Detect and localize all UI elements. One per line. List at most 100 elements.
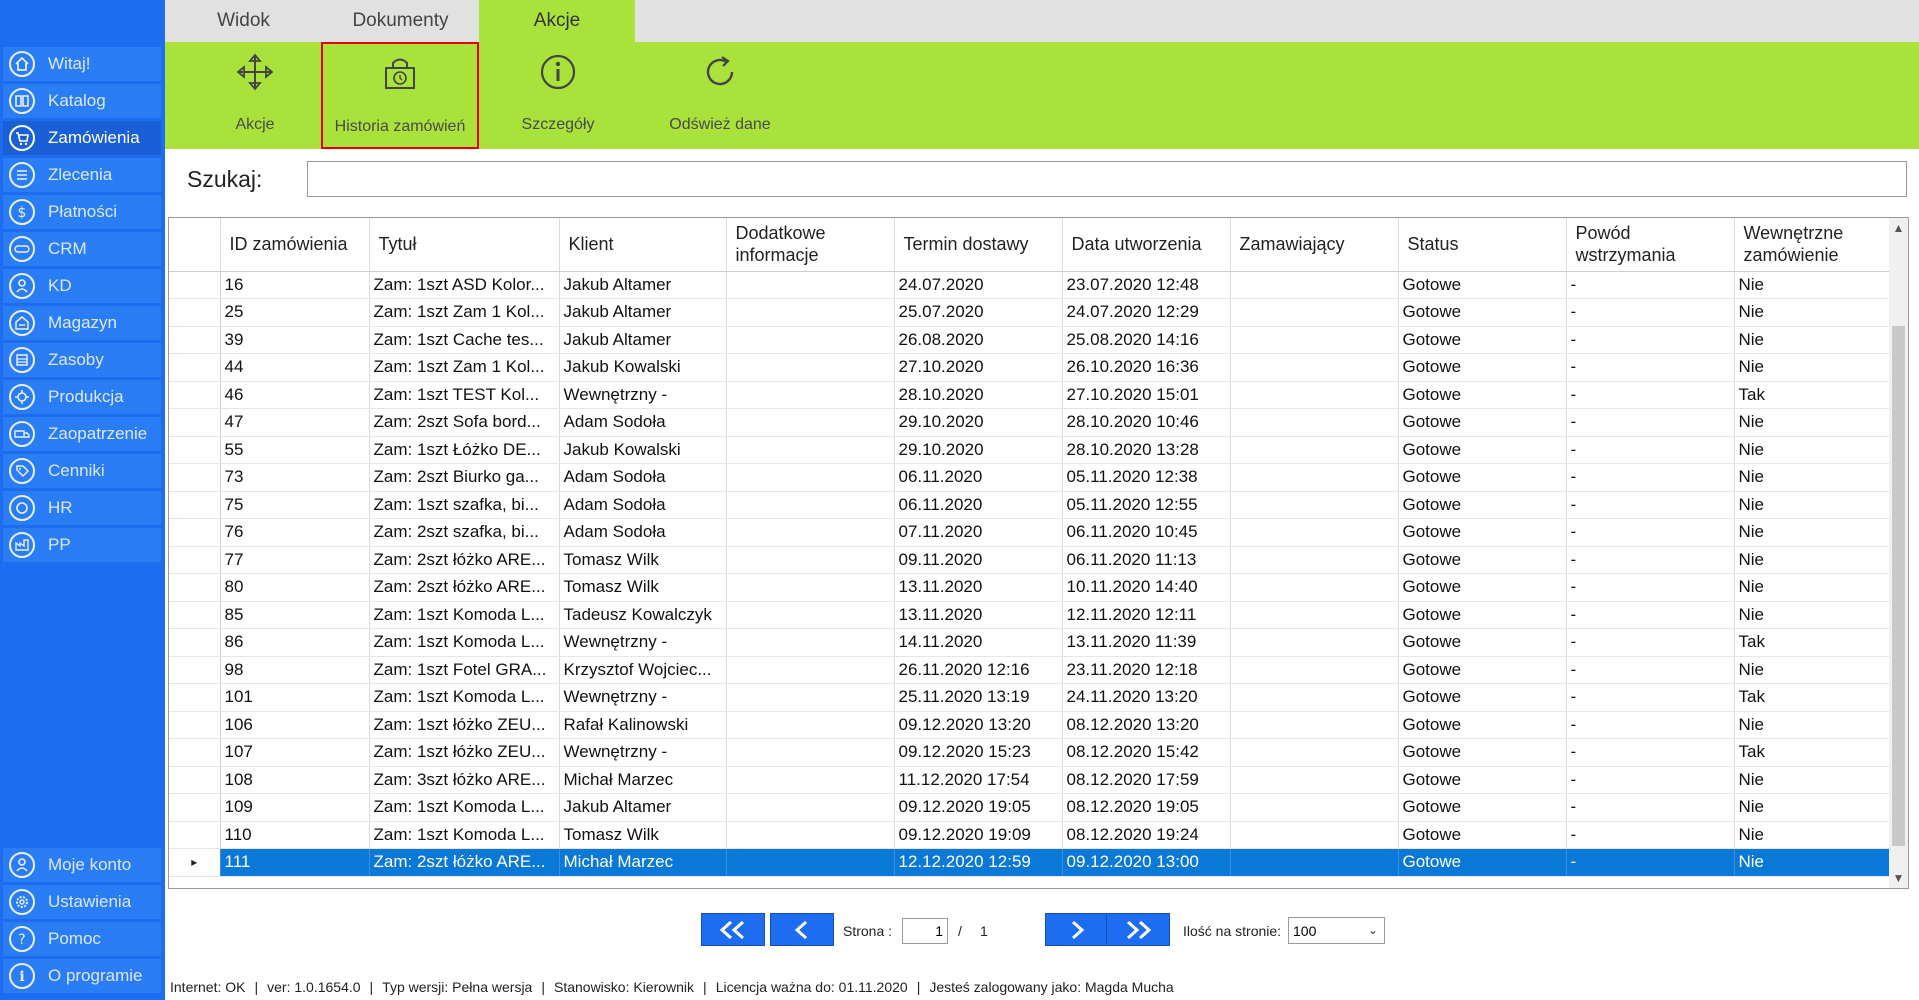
cell-zamawiajacy[interactable] [1230, 491, 1399, 519]
cell-powod-wstrzymania[interactable]: - [1566, 766, 1735, 794]
cell-termin-dostawy[interactable]: 25.07.2020 [894, 298, 1063, 327]
cell-termin-dostawy[interactable]: 09.12.2020 19:09 [894, 821, 1063, 849]
cell-klient[interactable]: Adam Sodoła [559, 463, 727, 492]
cell-dodatkowe-informacje[interactable] [726, 408, 895, 437]
cell-termin-dostawy[interactable]: 06.11.2020 [894, 491, 1063, 519]
odswiez-dane-button[interactable]: Odśwież dane [645, 42, 795, 149]
cell-klient[interactable]: Wewnętrzny - [559, 738, 727, 767]
cell-id[interactable]: 25 [220, 298, 370, 327]
cell-dodatkowe-informacje[interactable] [726, 711, 895, 739]
cell-zamawiajacy[interactable] [1230, 628, 1399, 657]
cell-data-utworzenia[interactable]: 28.10.2020 10:46 [1062, 408, 1231, 437]
cell-status[interactable]: Gotowe [1398, 738, 1567, 767]
next-page-button[interactable] [1045, 913, 1109, 946]
scroll-up-icon[interactable]: ▲ [1889, 218, 1908, 238]
cell-id[interactable]: 107 [220, 738, 370, 767]
cell-zamawiajacy[interactable] [1230, 463, 1399, 492]
cell-powod-wstrzymania[interactable]: - [1566, 518, 1735, 547]
cell-tytul[interactable]: Zam: 1szt Zam 1 Kol... [369, 298, 560, 327]
row-header[interactable] [169, 628, 221, 657]
table-row[interactable]: 25 Zam: 1szt Zam 1 Kol... Jakub Altamer 25.… [169, 298, 1892, 327]
sidebar-item-platnosci[interactable]: $ Płatności [3, 195, 161, 229]
cell-klient[interactable]: Jakub Altamer [559, 326, 727, 354]
cell-data-utworzenia[interactable]: 05.11.2020 12:55 [1062, 491, 1231, 519]
cell-id[interactable]: 44 [220, 353, 370, 382]
row-header[interactable] [169, 381, 221, 409]
row-header[interactable] [169, 518, 221, 547]
cell-dodatkowe-informacje[interactable] [726, 766, 895, 794]
cell-tytul[interactable]: Zam: 2szt Biurko ga... [369, 463, 560, 492]
cell-dodatkowe-informacje[interactable] [726, 381, 895, 409]
cell-powod-wstrzymania[interactable]: - [1566, 408, 1735, 437]
row-header[interactable] [169, 793, 221, 822]
cell-tytul[interactable]: Zam: 1szt Komoda L... [369, 683, 560, 712]
cell-klient[interactable]: Jakub Kowalski [559, 436, 727, 464]
cell-wewnetrzne-zamowienie[interactable]: Nie [1734, 408, 1892, 437]
cell-status[interactable]: Gotowe [1398, 353, 1567, 382]
table-row[interactable]: 86 Zam: 1szt Komoda L... Wewnętrzny - 14.11… [169, 628, 1892, 657]
table-row[interactable]: 46 Zam: 1szt TEST Kol... Wewnętrzny - 28.10… [169, 381, 1892, 409]
cell-status[interactable]: Gotowe [1398, 601, 1567, 629]
cell-dodatkowe-informacje[interactable] [726, 601, 895, 629]
cell-data-utworzenia[interactable]: 08.12.2020 15:42 [1062, 738, 1231, 767]
sidebar-item-zasoby[interactable]: Zasoby [3, 343, 161, 377]
cell-dodatkowe-informacje[interactable] [726, 628, 895, 657]
row-indicator-icon[interactable]: ▸ [169, 848, 221, 877]
cell-wewnetrzne-zamowienie[interactable]: Nie [1734, 463, 1892, 492]
cell-wewnetrzne-zamowienie[interactable]: Nie [1734, 326, 1892, 354]
cell-zamawiajacy[interactable] [1230, 821, 1399, 849]
cell-dodatkowe-informacje[interactable] [726, 353, 895, 382]
cell-tytul[interactable]: Zam: 2szt łóżko ARE... [369, 573, 560, 602]
table-row[interactable]: 101 Zam: 1szt Komoda L... Wewnętrzny - 25.1… [169, 683, 1892, 712]
cell-tytul[interactable]: Zam: 2szt szafka, bi... [369, 518, 560, 547]
column-header-data-utworzenia[interactable]: Data utworzenia [1062, 218, 1231, 272]
table-row[interactable]: 76 Zam: 2szt szafka, bi... Adam Sodoła 07.1… [169, 518, 1892, 547]
cell-status[interactable]: Gotowe [1398, 711, 1567, 739]
cell-klient[interactable]: Tomasz Wilk [559, 821, 727, 849]
cell-wewnetrzne-zamowienie[interactable]: Nie [1734, 271, 1892, 299]
page-number-input[interactable] [902, 918, 948, 944]
cell-id[interactable]: 109 [220, 793, 370, 822]
cell-data-utworzenia[interactable]: 08.12.2020 19:24 [1062, 821, 1231, 849]
cell-id[interactable]: 98 [220, 656, 370, 684]
cell-klient[interactable]: Wewnętrzny - [559, 683, 727, 712]
cell-data-utworzenia[interactable]: 08.12.2020 17:59 [1062, 766, 1231, 794]
cell-zamawiajacy[interactable] [1230, 738, 1399, 767]
cell-wewnetrzne-zamowienie[interactable]: Tak [1734, 381, 1892, 409]
cell-zamawiajacy[interactable] [1230, 353, 1399, 382]
cell-id[interactable]: 77 [220, 546, 370, 574]
cell-zamawiajacy[interactable] [1230, 326, 1399, 354]
cell-powod-wstrzymania[interactable]: - [1566, 628, 1735, 657]
cell-termin-dostawy[interactable]: 13.11.2020 [894, 573, 1063, 602]
cell-klient[interactable]: Adam Sodoła [559, 408, 727, 437]
cell-zamawiajacy[interactable] [1230, 766, 1399, 794]
cell-status[interactable]: Gotowe [1398, 848, 1567, 877]
cell-tytul[interactable]: Zam: 1szt Komoda L... [369, 628, 560, 657]
cell-tytul[interactable]: Zam: 1szt łóżko ZEU... [369, 711, 560, 739]
cell-powod-wstrzymania[interactable]: - [1566, 271, 1735, 299]
row-header[interactable] [169, 573, 221, 602]
cell-klient[interactable]: Jakub Altamer [559, 298, 727, 327]
sidebar-item-witaj[interactable]: Witaj! [3, 47, 161, 81]
sidebar-item-kd[interactable]: KD [3, 269, 161, 303]
cell-tytul[interactable]: Zam: 1szt Komoda L... [369, 601, 560, 629]
cell-powod-wstrzymania[interactable]: - [1566, 711, 1735, 739]
cell-id[interactable]: 39 [220, 326, 370, 354]
cell-termin-dostawy[interactable]: 27.10.2020 [894, 353, 1063, 382]
tab-dokumenty[interactable]: Dokumenty [322, 0, 479, 42]
column-header-id[interactable]: ID zamówienia [220, 218, 370, 272]
table-row[interactable]: 85 Zam: 1szt Komoda L... Tadeusz Kowalczyk… [169, 601, 1892, 629]
cell-status[interactable]: Gotowe [1398, 656, 1567, 684]
sidebar-item-ustawienia[interactable]: Ustawienia [3, 885, 161, 919]
cell-id[interactable]: 55 [220, 436, 370, 464]
table-row[interactable]: 98 Zam: 1szt Fotel GRA... Krzysztof Wojcie… [169, 656, 1892, 684]
cell-data-utworzenia[interactable]: 13.11.2020 11:39 [1062, 628, 1231, 657]
cell-data-utworzenia[interactable]: 06.11.2020 11:13 [1062, 546, 1231, 574]
cell-termin-dostawy[interactable]: 28.10.2020 [894, 381, 1063, 409]
cell-wewnetrzne-zamowienie[interactable]: Nie [1734, 656, 1892, 684]
cell-data-utworzenia[interactable]: 09.12.2020 13:00 [1062, 848, 1231, 877]
cell-powod-wstrzymania[interactable]: - [1566, 683, 1735, 712]
cell-zamawiajacy[interactable] [1230, 408, 1399, 437]
cell-dodatkowe-informacje[interactable] [726, 326, 895, 354]
cell-id[interactable]: 16 [220, 271, 370, 299]
